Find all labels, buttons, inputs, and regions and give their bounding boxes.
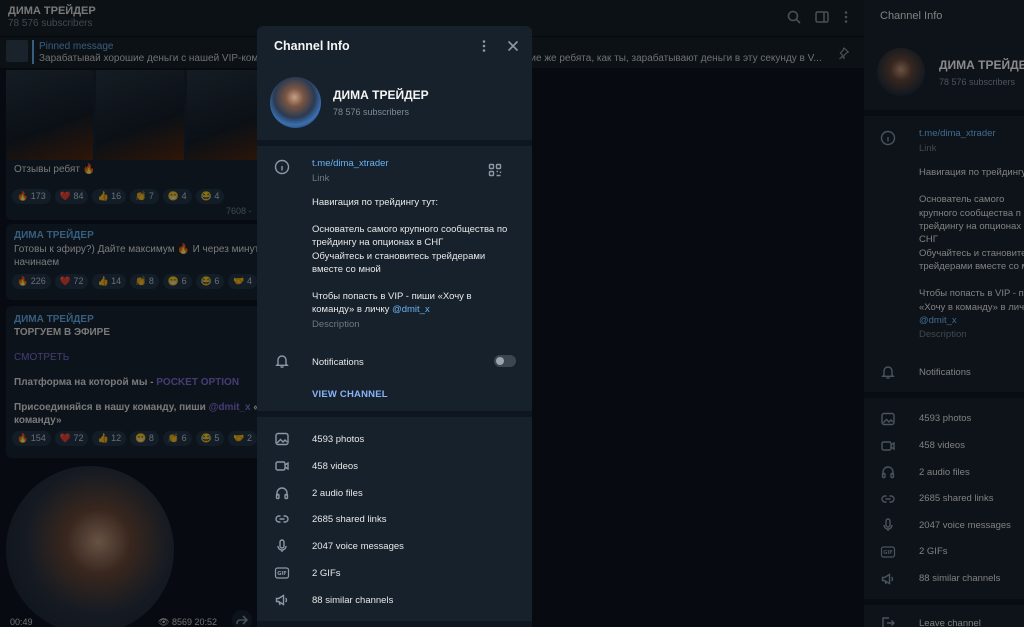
- notifications-label: Notifications: [312, 357, 364, 368]
- mention-link[interactable]: @dmit_x: [392, 304, 430, 315]
- media-voice[interactable]: 2047 voice messages: [312, 540, 404, 553]
- description-line: команду» в личку @dmit_x: [312, 303, 430, 316]
- description-label: Description: [312, 319, 360, 330]
- media-similar[interactable]: 88 similar channels: [312, 594, 393, 607]
- modal-title: Channel Info: [274, 39, 350, 53]
- channel-info-modal: Channel Info ДИМА ТРЕЙДЕР 78 576 subscri…: [257, 26, 532, 627]
- description-prefix: команду» в личку: [312, 304, 393, 315]
- description-line: Обучайтесь и становитесь трейдерами: [312, 251, 486, 262]
- qr-code-icon[interactable]: [488, 163, 502, 177]
- microphone-icon: [277, 539, 287, 552]
- media-gifs[interactable]: 2 GIFs: [312, 567, 341, 580]
- media-photos[interactable]: 4593 photos: [312, 433, 364, 446]
- description-line: Чтобы попасть в VIP - пиши «Хочу в: [312, 291, 472, 302]
- side-panel-overlay[interactable]: [864, 0, 1024, 627]
- divider: [257, 140, 532, 146]
- megaphone-icon: [275, 594, 288, 606]
- channel-name: ДИМА ТРЕЙДЕР: [333, 88, 429, 102]
- description-line: трейдингу на опционах в СНГ: [312, 237, 444, 248]
- media-audio[interactable]: 2 audio files: [312, 487, 363, 500]
- photo-icon: [275, 432, 289, 446]
- description-line: Основатель самого крупного сообщества по: [312, 224, 508, 235]
- more-vertical-icon[interactable]: [476, 38, 492, 54]
- link-icon: [275, 515, 289, 523]
- close-icon[interactable]: [505, 38, 521, 54]
- info-icon: [274, 159, 290, 175]
- headphones-icon: [275, 487, 289, 500]
- link-label: Link: [312, 173, 330, 184]
- subscribers-count: 78 576 subscribers: [333, 107, 410, 117]
- bell-icon: [275, 355, 289, 368]
- gif-icon: GIF: [274, 567, 290, 579]
- divider: [257, 621, 532, 627]
- toggle-knob: [496, 357, 504, 365]
- avatar[interactable]: [270, 77, 321, 128]
- media-links[interactable]: 2685 shared links: [312, 513, 386, 526]
- media-videos[interactable]: 458 videos: [312, 460, 358, 473]
- view-channel-button[interactable]: VIEW CHANNEL: [312, 389, 388, 400]
- divider: [257, 411, 532, 417]
- description-line: вместе со мной: [312, 264, 381, 275]
- description-heading: Навигация по трейдингу тут:: [312, 197, 439, 208]
- video-icon: [275, 461, 289, 471]
- channel-link[interactable]: t.me/dima_xtrader: [312, 157, 389, 170]
- svg-text:GIF: GIF: [277, 571, 286, 577]
